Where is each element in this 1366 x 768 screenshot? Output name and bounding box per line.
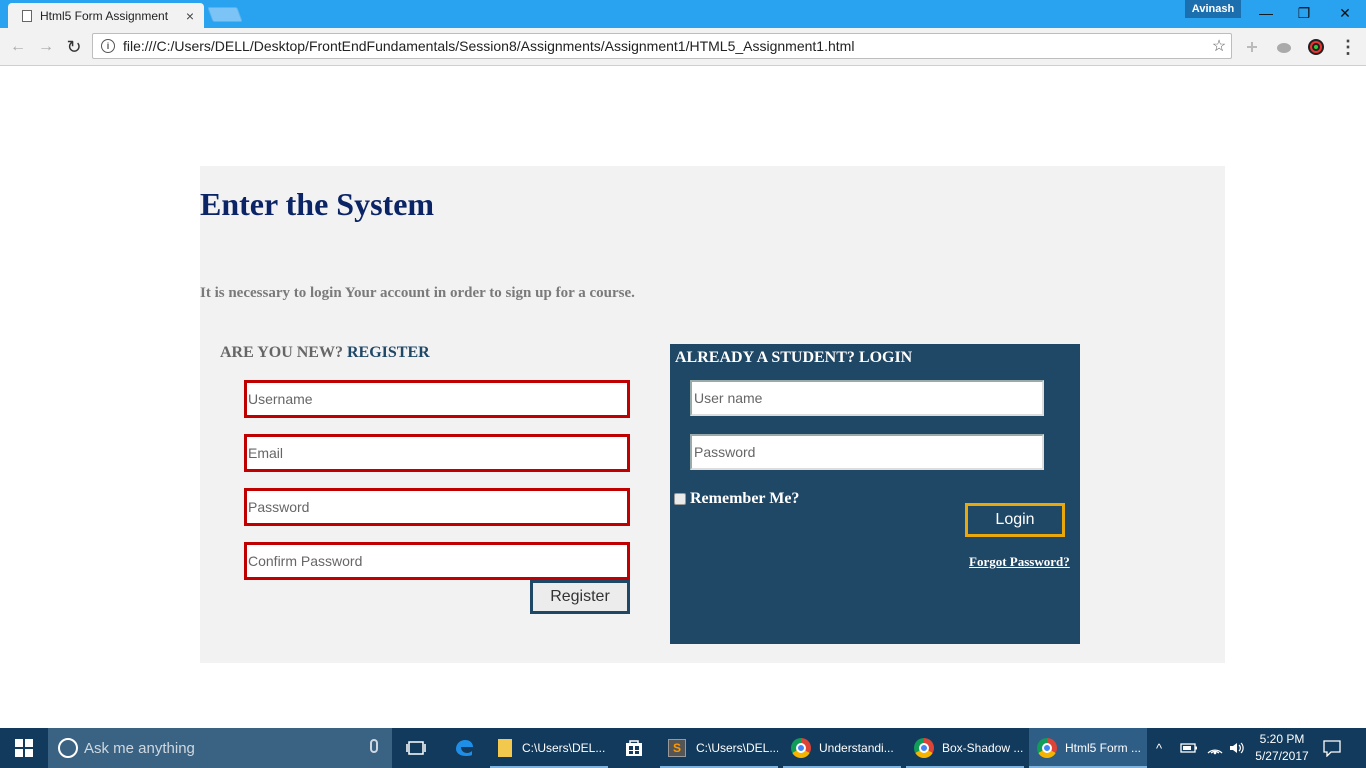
intro-text: It is necessary to login Your account in…	[200, 285, 635, 301]
sublime-icon: S	[668, 739, 686, 757]
remember-me: Remember Me?	[674, 490, 799, 508]
remember-me-label[interactable]: Remember Me?	[690, 490, 799, 508]
system-clock[interactable]: 5:20 PM 5/27/2017	[1248, 731, 1316, 765]
color-picker-icon[interactable]	[1306, 37, 1326, 57]
edge-browser-icon[interactable]	[448, 728, 480, 768]
wifi-icon[interactable]	[1206, 728, 1224, 768]
address-url[interactable]: file:///C:/Users/DELL/Desktop/FrontEndFu…	[123, 38, 1207, 54]
taskbar-app-sublime[interactable]: S C:\Users\DEL...	[660, 728, 778, 768]
minimize-icon[interactable]: —	[1246, 2, 1286, 24]
task-view-icon[interactable]	[400, 728, 432, 768]
tab-title: Html5 Form Assignment	[40, 8, 169, 23]
register-email-input[interactable]	[244, 434, 630, 472]
cortana-icon	[58, 738, 78, 758]
back-icon[interactable]: ←	[8, 37, 28, 57]
browser-toolbar: ← → ↻ i file:///C:/Users/DELL/Desktop/Fr…	[0, 28, 1366, 66]
address-bar[interactable]: i file:///C:/Users/DELL/Desktop/FrontEnd…	[92, 33, 1232, 59]
close-window-icon[interactable]: ✕	[1325, 2, 1365, 24]
cortana-search-placeholder: Ask me anything	[84, 739, 195, 757]
forgot-password-link[interactable]: Forgot Password?	[969, 554, 1070, 570]
register-heading-highlight: REGISTER	[346, 344, 430, 361]
chrome-icon	[914, 738, 934, 758]
microphone-icon[interactable]	[370, 739, 378, 753]
windows-logo-icon	[15, 739, 33, 757]
start-button[interactable]	[0, 728, 48, 768]
register-confirm-password-input[interactable]	[244, 542, 630, 580]
login-button[interactable]: Login	[965, 503, 1065, 537]
document-icon	[22, 9, 32, 22]
browser-menu-icon[interactable]: ⋮	[1338, 37, 1358, 57]
forward-icon[interactable]: →	[36, 37, 56, 57]
bookmark-star-icon[interactable]: ☆	[1207, 36, 1231, 56]
clock-date: 5/27/2017	[1255, 749, 1309, 763]
chrome-icon	[1037, 738, 1057, 758]
taskbar-app-label: Understandi...	[819, 741, 894, 755]
register-button[interactable]: Register	[530, 580, 630, 614]
login-password-input[interactable]	[690, 434, 1044, 470]
form-container: Enter the System It is necessary to logi…	[200, 166, 1225, 663]
show-hidden-icons-icon[interactable]: ^	[1156, 728, 1172, 768]
profile-badge[interactable]: Avinash	[1185, 0, 1241, 18]
store-icon[interactable]	[618, 728, 650, 768]
folder-icon	[498, 739, 512, 757]
battery-icon[interactable]	[1180, 728, 1198, 768]
taskbar-app-explorer[interactable]: C:\Users\DEL...	[490, 728, 608, 768]
volume-icon[interactable]	[1228, 728, 1246, 768]
cortana-search-box[interactable]: Ask me anything	[48, 728, 392, 768]
info-icon[interactable]: i	[101, 39, 115, 53]
register-heading-prefix: ARE YOU NEW?	[220, 344, 347, 361]
extension-icon[interactable]	[1242, 37, 1262, 57]
clock-time: 5:20 PM	[1259, 732, 1305, 746]
windows-taskbar: Ask me anything C:\Users\DEL... S C:\Use…	[0, 728, 1366, 768]
restore-icon[interactable]: ❐	[1284, 2, 1324, 24]
chrome-icon	[791, 738, 811, 758]
login-panel: ALREADY A STUDENT? LOGIN Remember Me? Lo…	[670, 344, 1080, 644]
login-heading: ALREADY A STUDENT? LOGIN	[675, 349, 913, 366]
register-heading: ARE YOU NEW? REGISTER	[220, 344, 430, 362]
reload-icon[interactable]: ↻	[64, 37, 84, 57]
new-tab-button[interactable]	[207, 7, 243, 22]
extension-shield-icon[interactable]	[1274, 37, 1294, 57]
taskbar-app-label: Box-Shadow ...	[942, 741, 1024, 755]
taskbar-app-label: Html5 Form ...	[1065, 741, 1142, 755]
browser-title-bar: Html5 Form Assignment × Avinash — ❐ ✕	[0, 0, 1366, 28]
login-username-input[interactable]	[690, 380, 1044, 416]
tab-close-icon[interactable]: ×	[182, 8, 198, 24]
taskbar-app-chrome-boxshadow[interactable]: Box-Shadow ...	[906, 728, 1024, 768]
taskbar-app-chrome-html5[interactable]: Html5 Form ...	[1029, 728, 1147, 768]
notifications-icon[interactable]	[1322, 728, 1342, 768]
taskbar-app-label: C:\Users\DEL...	[696, 741, 778, 755]
browser-tab[interactable]: Html5 Form Assignment ×	[8, 3, 204, 28]
remember-me-checkbox[interactable]	[674, 493, 686, 505]
register-username-input[interactable]	[244, 380, 630, 418]
taskbar-app-chrome-understanding[interactable]: Understandi...	[783, 728, 901, 768]
register-password-input[interactable]	[244, 488, 630, 526]
taskbar-app-label: C:\Users\DEL...	[522, 741, 606, 755]
page-title: Enter the System	[200, 186, 435, 222]
